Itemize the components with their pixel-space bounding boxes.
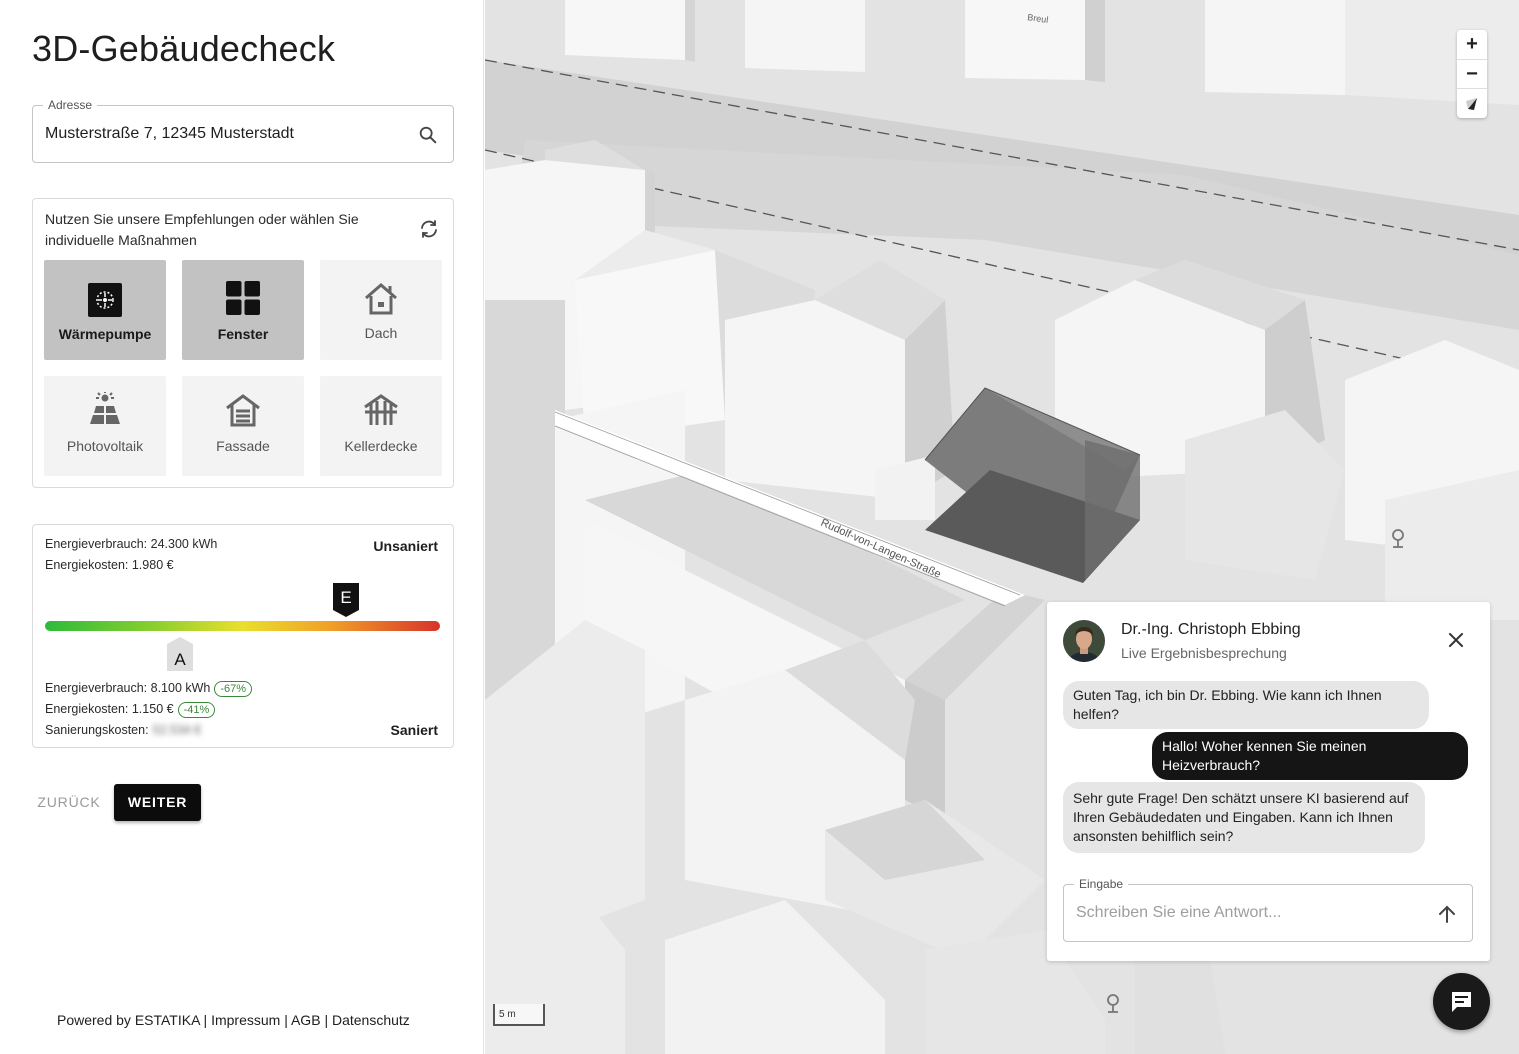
renovation-costs-label: Sanierungskosten: bbox=[45, 723, 149, 737]
footer-separator: | bbox=[324, 1012, 329, 1028]
measures-panel: Nutzen Sie unsere Empfehlungen oder wähl… bbox=[32, 198, 454, 488]
refresh-icon[interactable] bbox=[417, 217, 441, 241]
search-icon[interactable] bbox=[417, 124, 439, 146]
renovation-costs-row: Sanierungskosten: 52.534 € bbox=[45, 723, 201, 737]
basement-ceiling-icon bbox=[364, 394, 398, 425]
measure-label: Wärmepumpe bbox=[58, 326, 152, 342]
measure-tile-photovoltaik[interactable]: Photovoltaik bbox=[44, 376, 166, 476]
chat-expert-name: Dr.-Ing. Christoph Ebbing bbox=[1121, 621, 1301, 638]
zoom-in-button[interactable]: + bbox=[1457, 30, 1487, 59]
send-arrow-icon[interactable] bbox=[1436, 903, 1458, 925]
consumption-change-badge: -67% bbox=[214, 681, 253, 697]
chat-message-expert: Guten Tag, ich bin Dr. Ebbing. Wie kann … bbox=[1063, 681, 1429, 729]
back-button[interactable]: ZURÜCK bbox=[32, 784, 106, 820]
costs-after: Energiekosten: 1.150 € bbox=[45, 702, 174, 716]
facade-icon bbox=[226, 394, 260, 427]
renovation-costs-value: 52.534 € bbox=[152, 723, 202, 737]
measure-tile-fenster[interactable]: Fenster bbox=[182, 260, 304, 360]
close-icon[interactable] bbox=[1448, 632, 1464, 648]
energy-class-target: A bbox=[174, 650, 186, 669]
footer: Powered by ESTATIKA | Impressum | AGB | … bbox=[57, 1012, 410, 1028]
measures-hint: Nutzen Sie unsere Empfehlungen oder wähl… bbox=[45, 211, 359, 248]
footer-brand: Powered by ESTATIKA bbox=[57, 1012, 200, 1028]
page-title: 3D-Gebäudecheck bbox=[32, 28, 336, 69]
energy-panel: Energieverbrauch: 24.300 kWh Energiekost… bbox=[32, 524, 454, 748]
consumption-after: Energieverbrauch: 8.100 kWh bbox=[45, 681, 211, 695]
footer-separator: | bbox=[284, 1012, 288, 1028]
sidebar: 3D-Gebäudecheck Adresse Musterstraße 7, … bbox=[0, 0, 484, 1054]
measure-tile-dach[interactable]: Dach bbox=[320, 260, 442, 360]
solar-panel-icon bbox=[90, 392, 120, 424]
energy-class-scale bbox=[45, 621, 440, 631]
terms-link[interactable]: AGB bbox=[291, 1012, 321, 1028]
measure-label: Photovoltaik bbox=[66, 438, 144, 454]
chat-message-expert: Sehr gute Frage! Den schätzt unsere KI b… bbox=[1063, 782, 1425, 853]
privacy-link[interactable]: Datenschutz bbox=[332, 1012, 410, 1028]
chat-input-field[interactable]: Eingabe Schreiben Sie eine Antwort... bbox=[1063, 877, 1473, 942]
chat-toggle-button[interactable] bbox=[1433, 973, 1490, 1030]
address-field[interactable]: Adresse Musterstraße 7, 12345 Musterstad… bbox=[32, 98, 454, 163]
status-unrenovated: Unsaniert bbox=[373, 538, 438, 554]
zoom-controls: + − bbox=[1457, 30, 1487, 118]
heat-pump-icon bbox=[88, 283, 122, 317]
consumption-before: Energieverbrauch: 24.300 kWh bbox=[45, 537, 218, 551]
chat-message-user: Hallo! Woher kennen Sie meinen Heizverbr… bbox=[1152, 732, 1468, 780]
measure-label: Kellerdecke bbox=[344, 438, 418, 454]
costs-before: Energiekosten: 1.980 € bbox=[45, 558, 174, 572]
address-input[interactable]: Musterstraße 7, 12345 Musterstadt bbox=[45, 125, 294, 143]
chat-bubble-icon bbox=[1452, 992, 1471, 1012]
map-3d-view[interactable]: Rudolf-von-Langen-Straße Breul + − 5 m D… bbox=[485, 0, 1519, 1054]
map-scale: 5 m bbox=[493, 1004, 545, 1026]
address-label: Adresse bbox=[43, 98, 98, 112]
consumption-after-row: Energieverbrauch: 8.100 kWh -67% bbox=[45, 681, 253, 697]
roof-icon bbox=[365, 283, 397, 315]
next-button[interactable]: WEITER bbox=[114, 784, 201, 821]
costs-after-row: Energiekosten: 1.150 € -41% bbox=[45, 702, 216, 718]
measure-label: Fassade bbox=[216, 438, 270, 454]
costs-change-badge: -41% bbox=[177, 702, 216, 718]
window-icon bbox=[226, 281, 260, 315]
chat-input-label: Eingabe bbox=[1074, 877, 1129, 891]
compass-button[interactable] bbox=[1457, 88, 1487, 117]
measure-tile-waermepumpe[interactable]: Wärmepumpe bbox=[44, 260, 166, 360]
chat-subtitle: Live Ergebnisbesprechung bbox=[1121, 645, 1287, 661]
measure-label: Fenster bbox=[217, 326, 269, 342]
measure-tile-fassade[interactable]: Fassade bbox=[182, 376, 304, 476]
energy-class-marker-current: E bbox=[333, 583, 359, 617]
energy-class-current: E bbox=[340, 588, 351, 607]
measure-label: Dach bbox=[364, 325, 398, 341]
chat-input[interactable]: Schreiben Sie eine Antwort... bbox=[1076, 904, 1281, 922]
measure-tile-kellerdecke[interactable]: Kellerdecke bbox=[320, 376, 442, 476]
footer-separator: | bbox=[203, 1012, 208, 1028]
status-renovated: Saniert bbox=[390, 722, 438, 738]
energy-class-marker-target: A bbox=[167, 637, 193, 671]
avatar bbox=[1063, 620, 1105, 662]
chat-panel: Dr.-Ing. Christoph Ebbing Live Ergebnisb… bbox=[1047, 602, 1490, 961]
zoom-out-button[interactable]: − bbox=[1457, 59, 1487, 88]
compass-icon bbox=[1466, 98, 1477, 110]
imprint-link[interactable]: Impressum bbox=[211, 1012, 280, 1028]
